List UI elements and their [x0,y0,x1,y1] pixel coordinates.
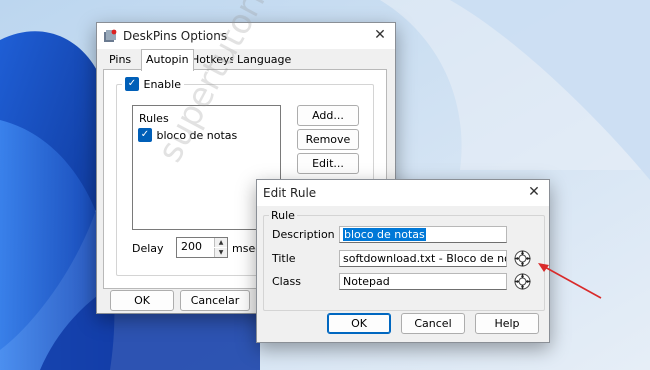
deskpins-titlebar[interactable]: DeskPins Options ✕ [97,23,395,49]
rule-group-label: Rule [269,209,297,222]
spin-up-icon[interactable]: ▲ [214,238,227,247]
title-field[interactable]: softdownload.txt - Bloco de notas [339,250,507,267]
enable-checkbox-row[interactable]: ✓ Enable [122,77,184,91]
crosshair-icon[interactable] [514,273,531,290]
list-item[interactable]: ✓ bloco de notas [138,128,237,142]
rules-header: Rules [139,112,169,125]
class-field[interactable]: Notepad [339,273,507,290]
edit-rule-cancel-button[interactable]: Cancel [401,313,465,334]
delay-label: Delay [132,242,164,255]
description-value: bloco de notas [343,228,426,241]
edit-rule-titlebar[interactable]: Edit Rule ✕ [257,180,549,206]
tab-hotkeys[interactable]: Hotkeys [187,51,240,69]
rule-checkbox[interactable]: ✓ [138,128,152,142]
description-field[interactable]: bloco de notas [339,226,507,243]
title-label: Title [272,252,296,265]
tab-strip: Pins Autopin Hotkeys Language [103,49,383,71]
description-label: Description [272,228,335,241]
help-button[interactable]: Help [475,313,539,334]
edit-rule-ok-button[interactable]: OK [327,313,391,334]
enable-label: Enable [143,77,181,91]
edit-rule-client: Rule Description bloco de notas Title so… [257,206,549,342]
spin-down-icon[interactable]: ▼ [214,248,227,257]
tab-language[interactable]: Language [233,51,296,69]
edit-rule-dialog: Edit Rule ✕ Rule Description bloco de no… [256,179,550,343]
tab-pins[interactable]: Pins [105,51,136,69]
title-value: softdownload.txt - Bloco de notas [343,252,506,265]
cancel-button[interactable]: Cancelar [180,290,250,311]
enable-checkbox[interactable]: ✓ [125,77,139,91]
ok-button[interactable]: OK [110,290,174,311]
deskpins-title: DeskPins Options [123,29,228,43]
class-label: Class [272,275,301,288]
add-button[interactable]: Add... [297,105,359,126]
deskpins-app-icon [104,29,117,42]
tab-autopin[interactable]: Autopin [141,49,194,71]
edit-rule-title: Edit Rule [263,186,317,200]
close-icon[interactable]: ✕ [371,26,389,44]
delay-value[interactable]: 200 [181,240,202,253]
remove-button[interactable]: Remove [297,129,359,150]
crosshair-icon[interactable] [514,250,531,267]
delay-spinner[interactable]: 200 ▲ ▼ [176,237,228,258]
rule-label: bloco de notas [156,128,238,142]
class-value: Notepad [343,275,390,288]
edit-button[interactable]: Edit... [297,153,359,174]
close-icon[interactable]: ✕ [525,183,543,201]
